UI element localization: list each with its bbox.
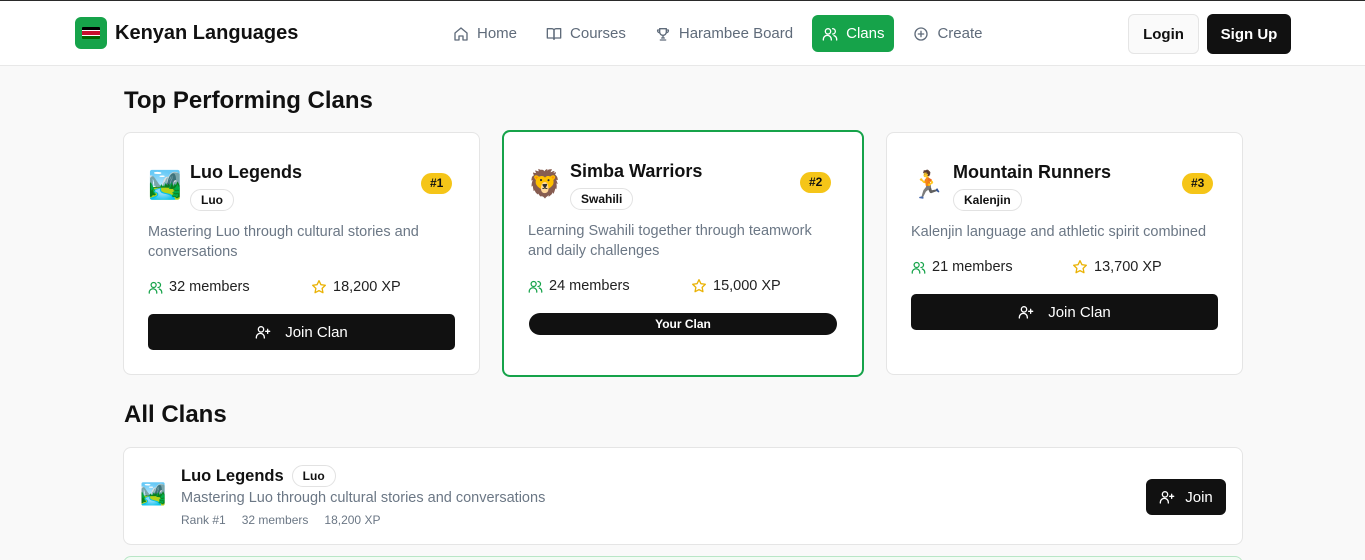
clan-rank: Rank #1 <box>181 513 226 527</box>
nav-label-courses: Courses <box>570 25 626 42</box>
brand[interactable]: Kenyan Languages <box>75 17 298 49</box>
nav-item-create[interactable]: Create <box>903 15 992 52</box>
xp-amount: 15,000 XP <box>713 278 781 294</box>
user-plus-icon <box>255 326 271 339</box>
lion-icon: 🦁 <box>528 169 562 199</box>
members-count: 32 members <box>169 279 250 295</box>
nav-label-clans: Clans <box>846 25 885 42</box>
clan-description: Mastering Luo through cultural stories a… <box>148 224 419 260</box>
nav-item-courses[interactable]: Courses <box>536 15 636 52</box>
star-icon <box>312 280 326 294</box>
plus-circle-icon <box>914 26 929 41</box>
clan-card-mountain-runners: 🏃 Mountain Runners Kalenjin #3 Kalenjin … <box>886 132 1243 375</box>
landscape-icon: 🏞️ <box>148 170 182 200</box>
all-clans-heading: All Clans <box>124 401 227 428</box>
landscape-icon: 🏞️ <box>140 483 167 506</box>
list-item: 🏞️ Luo Legends Luo Mastering Luo through… <box>123 447 1243 545</box>
nav-label-harambee-board: Harambee Board <box>678 25 794 42</box>
main-nav: Home Courses Harambee Board Clans Create <box>443 15 1002 52</box>
kenya-flag-icon <box>75 17 107 49</box>
clan-meta: Rank #1 32 members 18,200 XP <box>181 513 396 527</box>
xp-amount: 18,200 XP <box>333 279 401 295</box>
users-icon <box>148 281 163 294</box>
xp-stat: 18,200 XP <box>311 279 401 295</box>
sign-up-button[interactable]: Sign Up <box>1207 14 1291 54</box>
login-button[interactable]: Login <box>1128 14 1199 54</box>
clan-description: Learning Swahili together through teamwo… <box>528 223 812 259</box>
users-icon <box>911 261 926 274</box>
clan-card-simba-warriors: 🦁 Simba Warriors Swahili #2 Learning Swa… <box>502 130 864 377</box>
members-count: 21 members <box>932 259 1013 275</box>
top-clans-heading: Top Performing Clans <box>124 87 373 114</box>
join-clan-button[interactable]: Join Clan <box>148 314 455 350</box>
clan-card-header: 🦁 Simba Warriors Swahili <box>528 160 702 210</box>
join-clan-label: Join Clan <box>1048 303 1111 321</box>
trophy-icon <box>656 27 669 41</box>
members-count: 32 members <box>241 513 309 527</box>
clan-name: Mountain Runners <box>953 162 1111 182</box>
language-badge: Luo <box>190 189 234 211</box>
clan-description: Mastering Luo through cultural stories a… <box>181 490 546 506</box>
clan-card-header: 🏞️ Luo Legends Luo <box>148 161 302 211</box>
members-stat: 32 members <box>148 279 250 295</box>
book-icon <box>546 27 562 40</box>
clan-name: Luo Legends <box>181 466 284 485</box>
user-plus-icon <box>1018 306 1034 319</box>
nav-item-home[interactable]: Home <box>443 15 527 52</box>
users-icon <box>528 280 543 293</box>
clan-card-header: 🏃 Mountain Runners Kalenjin <box>911 161 1111 211</box>
xp-stat: 15,000 XP <box>691 278 781 294</box>
join-clan-label: Join Clan <box>285 323 348 341</box>
rank-badge: #3 <box>1182 173 1214 194</box>
users-icon <box>822 27 838 41</box>
xp-amount: 18,200 XP <box>324 513 381 527</box>
rank-badge: #2 <box>800 172 832 193</box>
language-badge: Swahili <box>570 188 634 210</box>
join-clan-button[interactable]: Join Clan <box>911 294 1218 330</box>
clan-name: Simba Warriors <box>570 161 703 181</box>
star-icon <box>692 279 706 293</box>
star-icon <box>1073 260 1087 274</box>
clan-description: Kalenjin language and athletic spirit co… <box>911 224 1207 240</box>
clan-card-luo-legends: 🏞️ Luo Legends Luo #1 Mastering Luo thro… <box>123 132 480 375</box>
language-badge: Luo <box>291 465 336 487</box>
clan-name: Luo Legends <box>190 162 302 182</box>
nav-label-home: Home <box>477 25 518 42</box>
xp-stat: 13,700 XP <box>1072 259 1162 275</box>
runner-icon: 🏃 <box>911 170 945 200</box>
members-count: 24 members <box>549 278 630 294</box>
join-label: Join <box>1185 488 1213 506</box>
your-clan-badge: Your Clan <box>529 313 837 335</box>
user-plus-icon <box>1159 491 1175 504</box>
home-icon <box>454 26 468 41</box>
rank-badge: #1 <box>421 173 453 194</box>
xp-amount: 13,700 XP <box>1094 259 1162 275</box>
members-stat: 21 members <box>911 259 1013 275</box>
join-button[interactable]: Join <box>1146 479 1226 515</box>
brand-name: Kenyan Languages <box>115 21 299 44</box>
top-navbar: Kenyan Languages Home Courses Harambee B… <box>0 1 1365 66</box>
nav-item-clans[interactable]: Clans <box>812 15 895 52</box>
list-item-partial <box>123 556 1243 560</box>
language-badge: Kalenjin <box>953 189 1022 211</box>
nav-item-harambee-board[interactable]: Harambee Board <box>645 15 803 52</box>
members-stat: 24 members <box>528 278 630 294</box>
nav-label-create: Create <box>937 25 983 42</box>
